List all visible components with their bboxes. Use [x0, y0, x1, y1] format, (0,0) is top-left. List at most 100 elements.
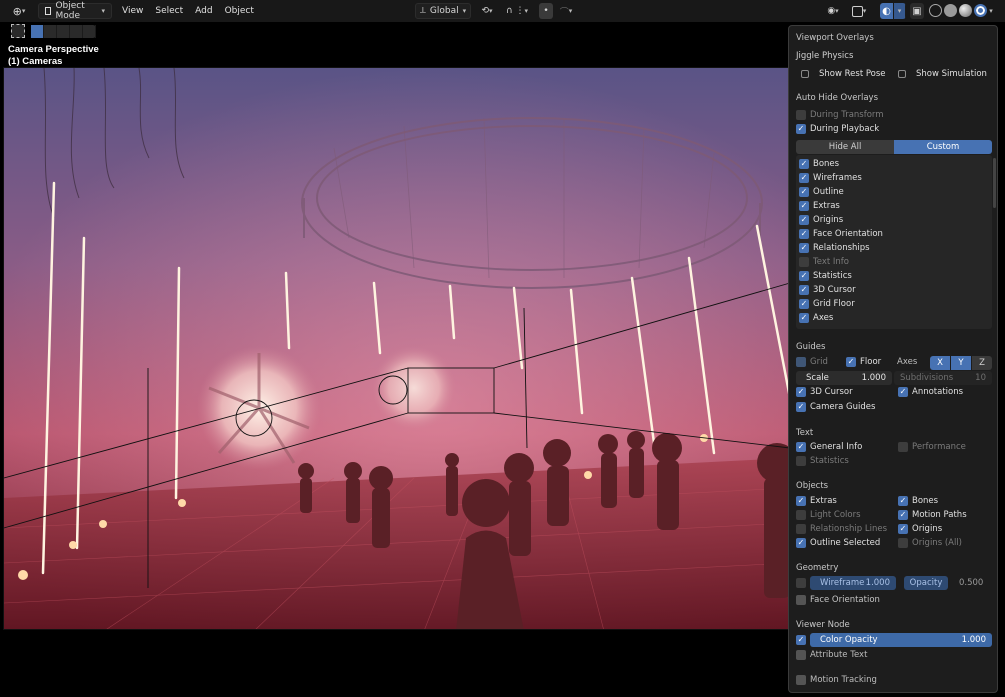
- autohide-item-statistics[interactable]: Statistics: [799, 271, 852, 281]
- autohide-item-wireframes[interactable]: Wireframes: [799, 173, 862, 183]
- light-colors-checkbox[interactable]: [796, 510, 806, 520]
- floor-toggle[interactable]: Floor: [846, 357, 881, 367]
- xray-button[interactable]: ▣: [910, 3, 924, 19]
- autohide-item-axes[interactable]: Axes: [799, 313, 833, 323]
- motion-paths-checkbox[interactable]: [898, 510, 908, 520]
- color-opacity-checkbox[interactable]: [796, 635, 806, 645]
- editor-type-button[interactable]: ⊕ ▾: [6, 3, 32, 19]
- autohide-item-grid-floor[interactable]: Grid Floor: [799, 299, 855, 309]
- performance-checkbox[interactable]: [898, 442, 908, 452]
- overlays-dropdown-button[interactable]: ▾: [894, 3, 906, 19]
- wireframe-toggle[interactable]: [796, 578, 806, 588]
- attribute-text-toggle[interactable]: Attribute Text: [796, 650, 867, 660]
- motion-tracking-toggle[interactable]: Motion Tracking: [796, 675, 877, 685]
- tab-custom[interactable]: Custom: [894, 140, 992, 154]
- camera-guides-checkbox[interactable]: [796, 402, 806, 412]
- select-subtract-icon[interactable]: [57, 24, 70, 38]
- autohide-extras-checkbox[interactable]: [799, 201, 809, 211]
- during-transform-toggle[interactable]: During Transform: [796, 110, 884, 120]
- face-orientation-checkbox[interactable]: [796, 595, 806, 605]
- camera-render-view[interactable]: [3, 67, 789, 630]
- light-colors-toggle[interactable]: Light Colors: [796, 510, 861, 520]
- show-simulation-toggle[interactable]: Show Simulation: [898, 69, 987, 79]
- axis-x-toggle[interactable]: X: [930, 356, 950, 370]
- bones-checkbox[interactable]: [898, 496, 908, 506]
- face-orientation-toggle[interactable]: Face Orientation: [796, 595, 880, 605]
- performance-toggle[interactable]: Performance: [898, 442, 966, 452]
- extras-toggle[interactable]: Extras: [796, 496, 837, 506]
- statistics-toggle[interactable]: Statistics: [796, 456, 849, 466]
- autohide-item-3d-cursor[interactable]: 3D Cursor: [799, 285, 856, 295]
- autohide-statistics-checkbox[interactable]: [799, 271, 809, 281]
- autohide-origins-checkbox[interactable]: [799, 215, 809, 225]
- autohide-item-outline[interactable]: Outline: [799, 187, 844, 197]
- autohide-item-origins[interactable]: Origins: [799, 215, 843, 225]
- origins-toggle[interactable]: Origins: [898, 524, 942, 534]
- subdivisions-field[interactable]: Subdivisions 10: [894, 371, 992, 385]
- mode-dropdown[interactable]: Object Mode ▾: [38, 1, 112, 21]
- overlays-toggle-button[interactable]: ◐: [880, 3, 894, 19]
- camera-guides-toggle[interactable]: Camera Guides: [796, 402, 875, 412]
- wireframe-checkbox[interactable]: [796, 578, 806, 588]
- falloff-button[interactable]: ⌒ ▾: [555, 3, 577, 19]
- motion-tracking-checkbox[interactable]: [796, 675, 806, 685]
- show-rest-pose-checkbox[interactable]: [801, 70, 809, 78]
- autohide-item-extras[interactable]: Extras: [799, 201, 840, 211]
- pivot-point-button[interactable]: ⟲ ▾: [476, 3, 498, 19]
- motion-paths-toggle[interactable]: Motion Paths: [898, 510, 967, 520]
- wireframe-field[interactable]: Wireframe 1.000: [810, 576, 896, 590]
- material-shading-icon[interactable]: [959, 4, 972, 17]
- proportional-edit-button[interactable]: •: [539, 3, 553, 19]
- origins-all-toggle[interactable]: Origins (All): [898, 538, 962, 548]
- statistics-checkbox[interactable]: [796, 456, 806, 466]
- scale-field[interactable]: Scale 1.000: [796, 371, 892, 385]
- menu-add[interactable]: Add: [189, 3, 218, 19]
- show-simulation-checkbox[interactable]: [898, 70, 906, 78]
- select-box-tool-icon[interactable]: [11, 24, 25, 38]
- autohide-item-text-info[interactable]: Text Info: [799, 257, 849, 267]
- opacity-field[interactable]: Opacity: [904, 576, 948, 590]
- gizmo-button[interactable]: ▾: [847, 3, 871, 19]
- visibility-button[interactable]: ◉ ▾: [822, 3, 844, 19]
- menu-view[interactable]: View: [116, 3, 149, 19]
- shading-dropdown-button[interactable]: ▾: [985, 3, 997, 19]
- snapping-button[interactable]: ∩ ⋮ ▾: [498, 3, 536, 19]
- axis-z-toggle[interactable]: Z: [972, 356, 992, 370]
- autohide-3d-cursor-checkbox[interactable]: [799, 285, 809, 295]
- select-intersect-icon[interactable]: [83, 24, 96, 38]
- wireframe-shading-icon[interactable]: [929, 4, 942, 17]
- 3d-cursor-toggle[interactable]: 3D Cursor: [796, 387, 853, 397]
- extras-checkbox[interactable]: [796, 496, 806, 506]
- menu-select[interactable]: Select: [149, 3, 189, 19]
- autohide-bones-checkbox[interactable]: [799, 159, 809, 169]
- list-scrollbar[interactable]: [993, 158, 996, 208]
- select-extend-icon[interactable]: [44, 24, 57, 38]
- relationship-lines-toggle[interactable]: Relationship Lines: [796, 524, 887, 534]
- floor-checkbox[interactable]: [846, 357, 856, 367]
- origins-checkbox[interactable]: [898, 524, 908, 534]
- tab-hide-all[interactable]: Hide All: [796, 140, 894, 154]
- autohide-text-info-checkbox[interactable]: [799, 257, 809, 267]
- color-opacity-toggle[interactable]: [796, 635, 806, 645]
- outline-selected-checkbox[interactable]: [796, 538, 806, 548]
- grid-checkbox[interactable]: [796, 357, 806, 367]
- solid-shading-icon[interactable]: [944, 4, 957, 17]
- autohide-face-orientation-checkbox[interactable]: [799, 229, 809, 239]
- grid-toggle[interactable]: Grid: [796, 357, 828, 367]
- outline-selected-toggle[interactable]: Outline Selected: [796, 538, 880, 548]
- autohide-wireframes-checkbox[interactable]: [799, 173, 809, 183]
- select-invert-icon[interactable]: [70, 24, 83, 38]
- autohide-item-relationships[interactable]: Relationships: [799, 243, 870, 253]
- during-playback-checkbox[interactable]: [796, 124, 806, 134]
- autohide-relationships-checkbox[interactable]: [799, 243, 809, 253]
- attribute-text-checkbox[interactable]: [796, 650, 806, 660]
- general-info-toggle[interactable]: General Info: [796, 442, 862, 452]
- annotations-toggle[interactable]: Annotations: [898, 387, 963, 397]
- during-transform-checkbox[interactable]: [796, 110, 806, 120]
- color-opacity-field[interactable]: Color Opacity 1.000: [810, 633, 992, 647]
- autohide-outline-checkbox[interactable]: [799, 187, 809, 197]
- during-playback-toggle[interactable]: During Playback: [796, 124, 879, 134]
- origins-all-checkbox[interactable]: [898, 538, 908, 548]
- show-rest-pose-toggle[interactable]: Show Rest Pose: [801, 69, 886, 79]
- select-new-icon[interactable]: [31, 24, 44, 38]
